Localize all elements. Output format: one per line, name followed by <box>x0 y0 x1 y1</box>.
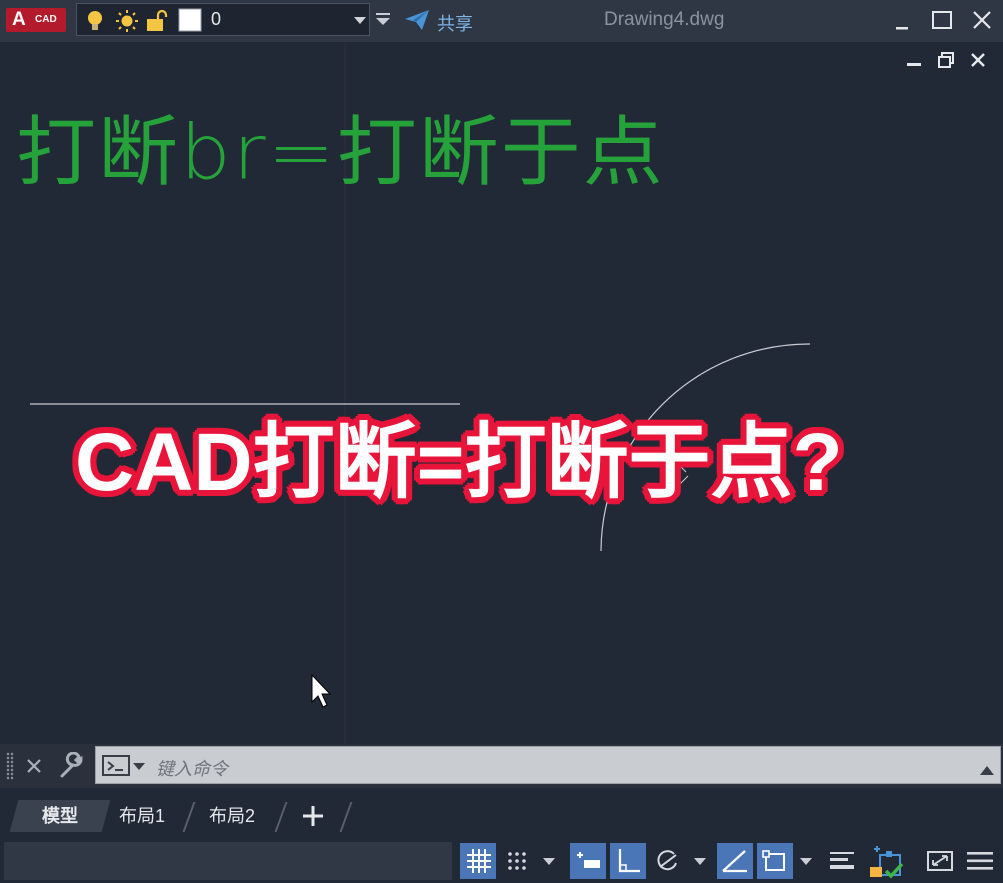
ortho-icon <box>618 849 640 873</box>
workspace-button[interactable] <box>866 841 910 881</box>
viewport-minimize-button[interactable] <box>904 50 924 70</box>
logo-text: CAD <box>35 14 57 25</box>
grid-button[interactable] <box>460 843 496 879</box>
fullscreen-button[interactable] <box>922 843 958 879</box>
snap-button[interactable] <box>500 843 536 879</box>
drawing-annotation-text: 打断br=打断于点 <box>16 108 665 197</box>
viewport-close-button[interactable] <box>968 50 988 70</box>
grid-icon <box>467 849 491 873</box>
document-title: Drawing4.dwg <box>604 9 725 30</box>
hamburger-menu-icon <box>967 852 993 870</box>
share-button[interactable]: 共享 <box>403 8 473 34</box>
tab-separator <box>274 802 288 832</box>
layer-name: 0 <box>211 9 222 29</box>
dynamic-input-button[interactable] <box>570 843 606 879</box>
drag-handle[interactable] <box>6 752 14 780</box>
viewport-restore-button[interactable] <box>936 50 956 70</box>
tab-separator <box>339 802 353 832</box>
lineweight-button[interactable] <box>824 843 860 879</box>
coordinate-field <box>4 842 452 880</box>
fullscreen-icon <box>927 851 953 871</box>
chevron-down-icon[interactable] <box>543 858 555 865</box>
command-input[interactable]: 键入命令 <box>95 746 1001 784</box>
video-caption: CAD打断=打断于点? <box>75 417 843 508</box>
dynamic-input-icon <box>577 852 600 868</box>
tab-label: 布局2 <box>209 806 256 826</box>
wrench-icon[interactable] <box>58 751 86 785</box>
tab-layout2[interactable]: 布局2 <box>209 800 255 832</box>
command-placeholder: 键入命令 <box>156 759 228 779</box>
polar-tracking-button[interactable] <box>650 843 686 879</box>
object-snap-tracking-icon <box>722 850 747 873</box>
tab-layout1[interactable]: 布局1 <box>119 800 165 832</box>
lock-open-icon[interactable] <box>145 9 169 38</box>
customize-menu-button[interactable] <box>962 843 998 879</box>
quick-access-menu-icon[interactable] <box>376 12 390 33</box>
chevron-down-icon[interactable] <box>800 858 812 865</box>
minimize-button[interactable] <box>888 8 916 34</box>
object-snap-button[interactable] <box>757 843 793 879</box>
isodraft-button[interactable] <box>717 843 753 879</box>
share-label: 共享 <box>437 14 473 34</box>
annotation-scale-icon <box>870 846 904 879</box>
lineweight-icon <box>830 852 854 869</box>
chevron-down-icon[interactable] <box>694 858 706 865</box>
title-bar: A CAD 0 共享 Drawing4.dwg <box>0 0 1003 42</box>
app-logo[interactable]: A CAD <box>6 8 66 32</box>
terminal-icon[interactable] <box>102 755 146 782</box>
polar-icon <box>657 850 677 871</box>
object-snap-icon <box>762 850 785 871</box>
tab-model[interactable]: 模型 <box>9 800 111 832</box>
chevron-up-icon[interactable] <box>980 762 994 780</box>
layer-dropdown[interactable]: 0 <box>76 3 370 36</box>
tab-label: 模型 <box>42 806 78 826</box>
close-command-icon[interactable] <box>24 756 44 781</box>
drawing-canvas[interactable]: 打断br=打断于点 <box>0 42 1003 744</box>
maximize-button[interactable] <box>928 8 956 34</box>
chevron-down-icon[interactable] <box>354 17 366 24</box>
ortho-button[interactable] <box>610 843 646 879</box>
paper-plane-icon <box>405 10 429 30</box>
layout-tabs: 模型 布局1 布局2 <box>0 788 1003 840</box>
sun-icon[interactable] <box>115 9 139 38</box>
status-bar <box>0 840 1003 883</box>
tab-label: 布局1 <box>119 806 166 826</box>
command-bar: 键入命令 <box>0 744 1003 788</box>
close-button[interactable] <box>968 8 996 34</box>
mouse-cursor-icon <box>311 673 332 708</box>
lightbulb-icon[interactable] <box>85 9 105 38</box>
logo-letter: A <box>12 9 26 30</box>
add-layout-icon[interactable] <box>301 804 325 833</box>
tab-separator <box>182 802 196 832</box>
layer-color-swatch <box>178 8 202 37</box>
snap-dots-icon <box>508 852 526 870</box>
